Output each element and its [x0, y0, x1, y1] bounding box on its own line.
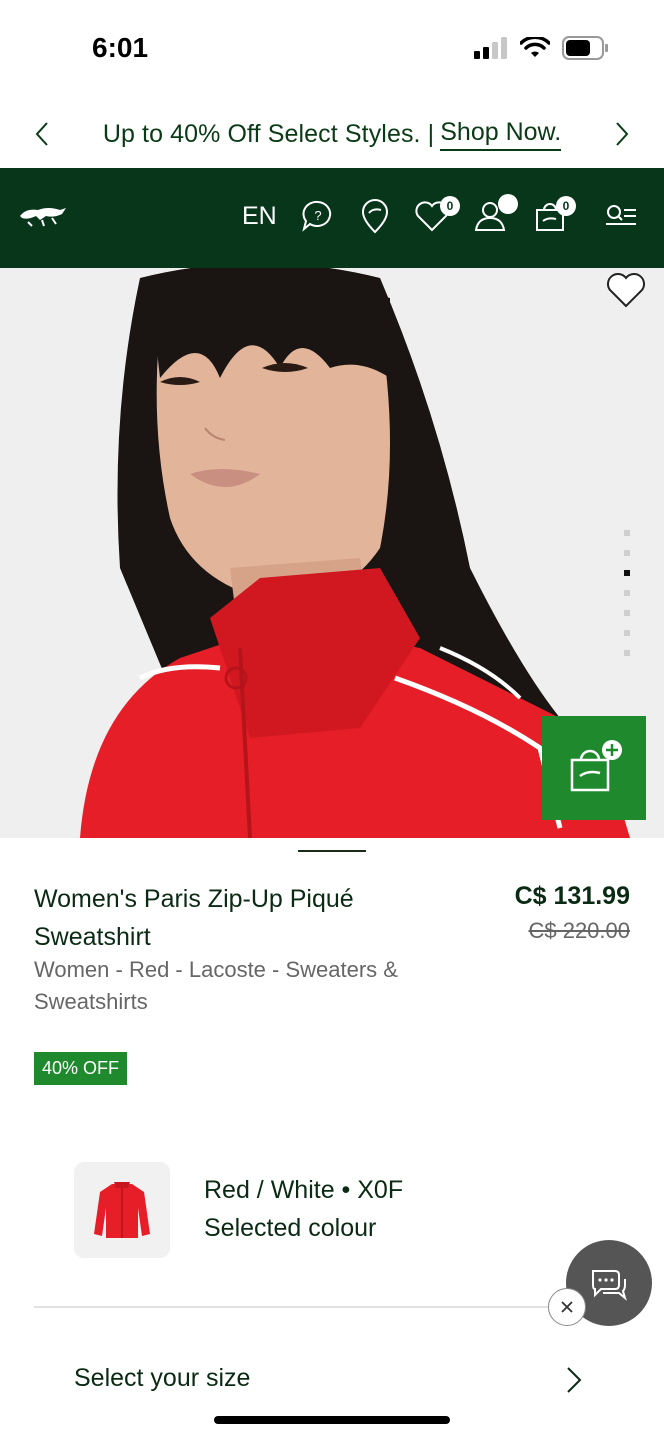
lacoste-logo[interactable] [18, 200, 68, 235]
wifi-icon [520, 37, 550, 57]
chevron-right-icon [567, 1367, 582, 1393]
svg-text:?: ? [314, 208, 321, 223]
site-header: EN ? 0 0 [0, 168, 664, 268]
carousel-dot[interactable] [624, 550, 630, 556]
sale-price: C$ 131.99 [514, 882, 630, 910]
shop-now-link[interactable]: Shop Now. [440, 118, 562, 151]
selected-colour-label: Selected colour [204, 1214, 377, 1242]
carousel-dots [624, 530, 630, 656]
carousel-dot[interactable] [624, 610, 630, 616]
product-image-carousel[interactable] [0, 268, 664, 838]
language-selector[interactable]: EN [242, 202, 277, 231]
carousel-dot[interactable] [624, 590, 630, 596]
battery-icon [562, 36, 608, 60]
select-size-label: Select your size [74, 1364, 251, 1392]
carousel-dot[interactable] [624, 650, 630, 656]
add-to-wishlist-icon[interactable] [604, 270, 648, 310]
chevron-right-icon [616, 122, 629, 146]
discount-badge: 40% OFF [34, 1052, 128, 1085]
search-menu-icon[interactable] [602, 196, 642, 236]
select-size-row[interactable]: Select your size [34, 1346, 630, 1410]
selected-colour-name: Red / White • X0F [204, 1176, 404, 1204]
chevron-left-icon [35, 122, 48, 146]
bag-plus-icon [570, 740, 622, 792]
signal-icon [474, 37, 507, 59]
status-icons [474, 36, 608, 60]
divider [34, 1306, 630, 1308]
help-icon[interactable]: ? [298, 196, 338, 236]
status-time: 6:01 [92, 32, 149, 63]
promo-next-button[interactable] [608, 118, 636, 150]
promo-prev-button[interactable] [28, 118, 56, 150]
promo-banner: Up to 40% Off Select Styles. | Shop Now. [0, 100, 664, 168]
close-icon [561, 1301, 573, 1313]
carousel-dot[interactable] [624, 530, 630, 536]
carousel-dot[interactable] [624, 630, 630, 636]
chat-close-button[interactable] [548, 1288, 586, 1326]
chat-icon [592, 1270, 627, 1301]
product-category: Women - Red - Lacoste - Sweaters & Sweat… [34, 957, 398, 1014]
status-bar: 6:01 [0, 0, 664, 100]
quick-add-to-bag-button[interactable] [542, 716, 646, 820]
original-price: C$ 220.00 [528, 918, 630, 943]
store-locator-icon[interactable] [355, 196, 395, 236]
home-indicator [214, 1416, 450, 1424]
carousel-dot-active[interactable] [624, 570, 630, 576]
colour-swatch[interactable] [74, 1162, 170, 1258]
bag-count-badge: 0 [556, 196, 576, 216]
wishlist-count-badge: 0 [440, 196, 460, 216]
product-title: Women's Paris Zip-Up Piqué Sweatshirt [34, 885, 354, 951]
sheet-handle [298, 850, 366, 852]
account-status-dot [498, 194, 518, 214]
promo-text: Up to 40% Off Select Styles. | [102, 119, 435, 148]
jacket-thumbnail [94, 1182, 150, 1238]
